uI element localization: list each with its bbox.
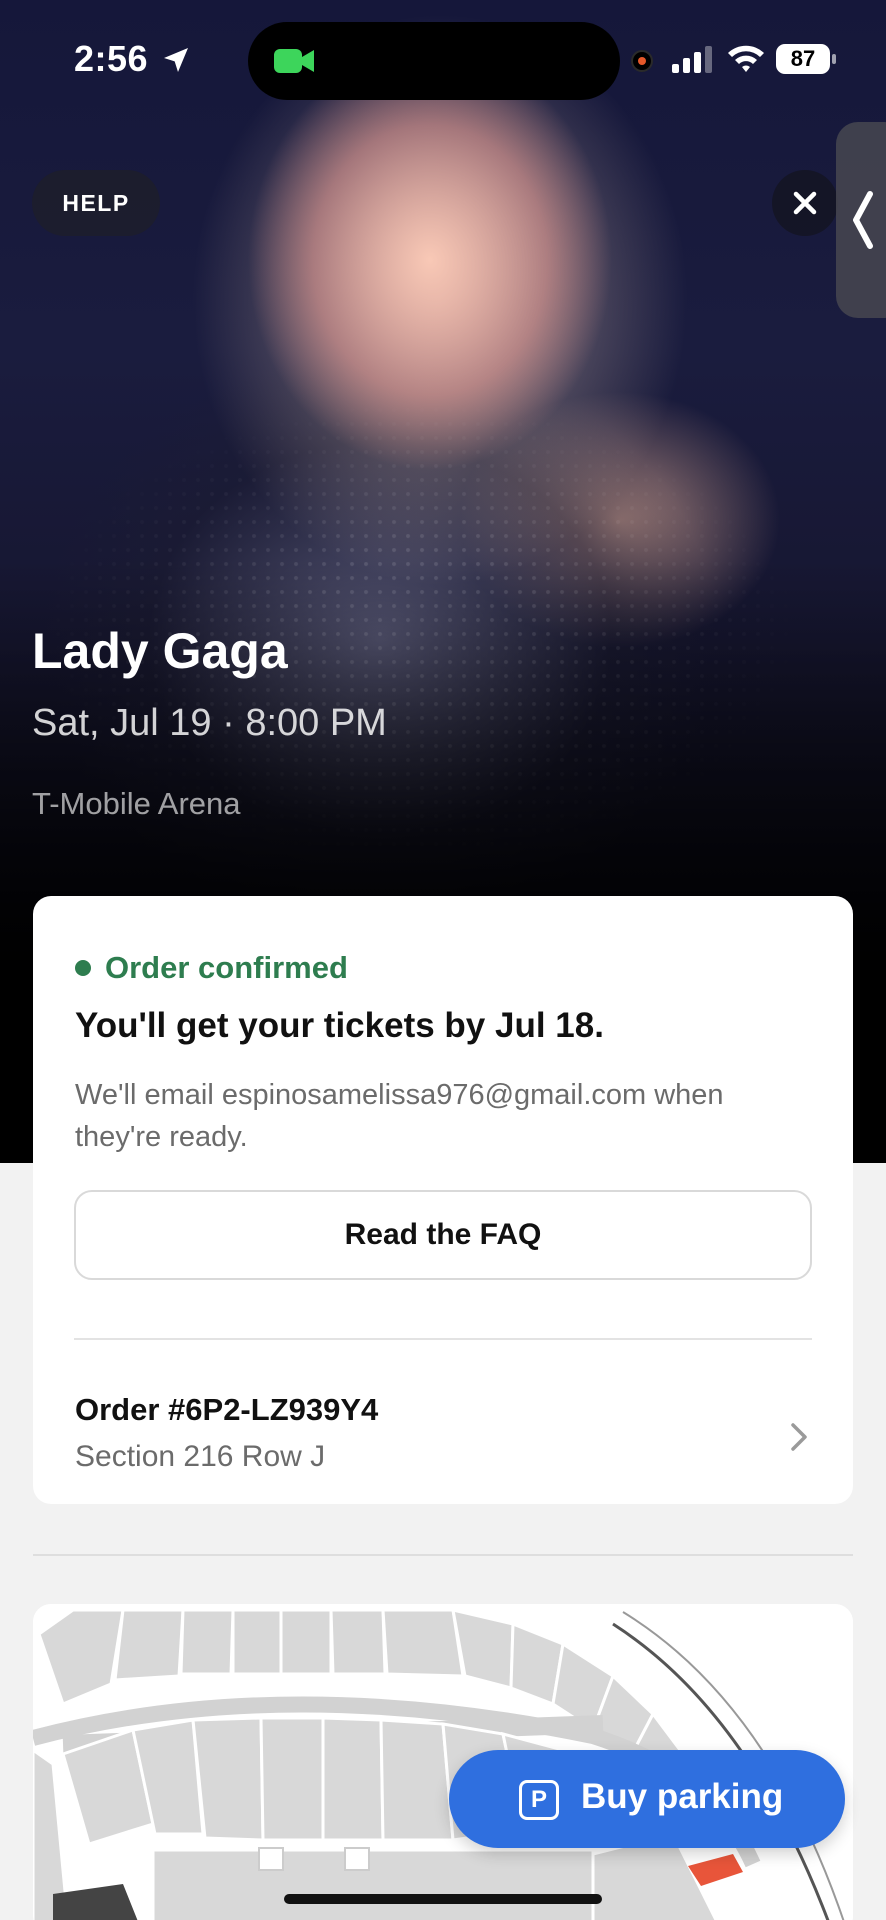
order-number: Order #6P2-LZ939Y4	[75, 1392, 379, 1427]
parking-icon: P	[519, 1780, 559, 1820]
read-faq-button[interactable]: Read the FAQ	[74, 1190, 812, 1280]
order-status: Order confirmed	[75, 948, 348, 988]
event-datetime: Sat, Jul 19 · 8:00 PM	[32, 702, 387, 744]
section-divider	[33, 1554, 853, 1556]
event-venue: T-Mobile Arena	[32, 786, 241, 821]
wifi-icon	[728, 45, 764, 72]
status-time: 2:56	[74, 38, 149, 79]
location-arrow-icon	[164, 48, 188, 72]
buy-parking-label: Buy parking	[581, 1777, 784, 1816]
order-status-card: Order confirmed You'll get your tickets …	[33, 896, 853, 1504]
order-details-row[interactable]: Order #6P2-LZ939Y4 Section 216 Row J	[33, 1340, 853, 1504]
order-confirmation-screen: 2:56 87 HELP Lady Gaga Sat, Jul 19 · 8:0…	[0, 0, 886, 1920]
battery-level: 87	[776, 44, 830, 74]
cellular-signal-icon	[672, 46, 712, 73]
tickets-delivery-heading: You'll get your tickets by Jul 18.	[75, 1006, 604, 1045]
chevron-left-icon	[853, 191, 873, 249]
email-notice: We'll email espinosamelissa976@gmail.com…	[75, 1079, 724, 1153]
home-indicator[interactable]	[284, 1894, 602, 1904]
chevron-right-icon	[791, 1423, 807, 1451]
seat-location: Section 216 Row J	[75, 1440, 326, 1473]
status-dot-icon	[75, 960, 91, 976]
event-title: Lady Gaga	[32, 623, 288, 679]
help-button[interactable]: HELP	[32, 170, 160, 236]
dynamic-island	[248, 22, 620, 100]
side-panel-handle[interactable]	[836, 122, 886, 318]
facetime-camera-icon	[274, 49, 314, 73]
close-icon	[793, 191, 817, 215]
recording-indicator	[631, 50, 653, 72]
order-status-label: Order confirmed	[105, 950, 348, 985]
buy-parking-button[interactable]: P Buy parking	[449, 1750, 845, 1848]
close-button[interactable]	[772, 170, 838, 236]
battery-indicator: 87	[776, 44, 836, 74]
